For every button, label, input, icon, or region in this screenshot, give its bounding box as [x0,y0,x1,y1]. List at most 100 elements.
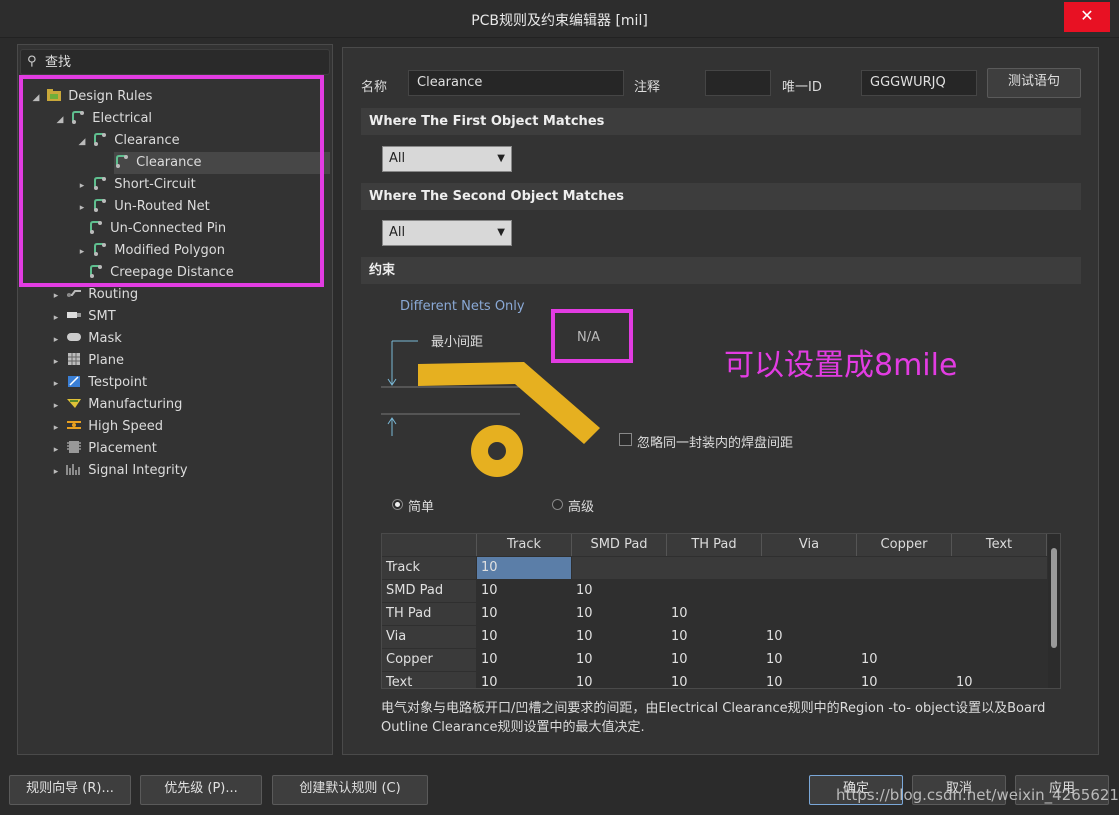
placement-icon [67,441,82,453]
tree-label: High Speed [88,419,164,434]
uid-field[interactable]: GGGWURJQ [861,70,977,96]
expand-arrow-icon[interactable]: ▸ [50,395,62,417]
search-box[interactable]: ⚲ [20,49,330,75]
tree-item-routing[interactable]: ▸ Routing [50,284,138,306]
matrix-cell[interactable]: 10 [477,626,571,648]
routing-icon [67,290,82,297]
close-button[interactable]: ✕ [1064,2,1110,32]
tree-item-smt[interactable]: ▸ SMT [50,306,116,328]
test-query-button[interactable]: 测试语句 [987,68,1081,98]
tree-item-testpoint[interactable]: ▸ Testpoint [50,372,147,394]
row-header: SMD Pad [382,580,476,602]
scrollbar-thumb[interactable] [1051,548,1057,648]
name-field[interactable]: Clearance [408,70,624,96]
tree-label: Manufacturing [88,397,183,412]
priority-button[interactable]: 优先级 (P)... [140,775,262,805]
second-match-header: Where The Second Object Matches [361,183,1081,210]
matrix-cell[interactable]: 10 [857,672,951,688]
title-bar: PCB规则及约束编辑器 [mil] ✕ [0,0,1119,38]
matrix-cell[interactable]: 10 [667,603,761,625]
first-match-header: Where The First Object Matches [361,108,1081,135]
row-header: Track [382,557,476,579]
tree-item-manufacturing[interactable]: ▸ Manufacturing [50,394,183,417]
column-header: TH Pad [667,534,762,556]
matrix-cell-selected[interactable]: 10 [477,557,571,579]
tree-item-signal-integrity[interactable]: ▸ Signal Integrity [50,460,188,482]
tree-item-placement[interactable]: ▸ Placement [50,438,157,460]
matrix-cell[interactable]: 10 [572,672,666,688]
signal-integrity-icon [66,464,80,475]
search-input[interactable] [45,52,325,72]
name-label: 名称 [361,80,388,95]
watermark: https://blog.csdn.net/weixin_42656213 [836,786,1119,804]
tree-item-plane[interactable]: ▸ Plane [50,350,124,372]
matrix-cell[interactable]: 10 [572,626,666,648]
expand-arrow-icon[interactable]: ▸ [50,351,62,373]
advanced-radio[interactable] [552,499,563,510]
matrix-cell[interactable]: 10 [572,603,666,625]
constraints-header: 约束 [361,257,1081,284]
simple-radio[interactable] [392,499,403,510]
high-speed-icon [67,421,82,429]
handwritten-annotation: 可以设置成8mile [724,348,958,383]
second-match-value: All [389,225,406,240]
column-header: SMD Pad [572,534,667,556]
expand-arrow-icon[interactable]: ▸ [50,307,62,329]
matrix-cell[interactable]: 10 [667,672,761,688]
create-default-rules-button[interactable]: 创建默认规则 (C) [272,775,428,805]
row-header: TH Pad [382,603,476,625]
matrix-cell[interactable]: 10 [857,649,951,671]
tree-label: Mask [88,331,122,346]
rule-wizard-button[interactable]: 规则向导 (R)... [9,775,131,805]
manufacturing-icon [67,399,82,408]
min-clearance-label: 最小间距 [431,335,484,350]
first-match-value: All [389,151,406,166]
first-match-select[interactable]: All ▼ [382,146,512,172]
comment-field[interactable] [705,70,771,96]
tree-label: Placement [88,441,157,456]
tree-label: Testpoint [88,375,148,390]
row-header: Via [382,626,476,648]
annotation-highlight-value [551,309,633,363]
corner-header [382,534,477,556]
uid-label: 唯一ID [782,80,822,95]
matrix-empty-area [572,557,1047,579]
matrix-cell[interactable]: 10 [667,626,761,648]
matrix-cell[interactable]: 10 [762,672,856,688]
matrix-cell[interactable]: 10 [572,580,666,602]
ignore-pads-checkbox[interactable] [619,433,632,446]
tree-label: Plane [88,353,124,368]
matrix-cell[interactable]: 10 [572,649,666,671]
tree-item-high-speed[interactable]: ▸ High Speed [50,416,163,438]
matrix-cell[interactable]: 10 [477,580,571,602]
matrix-cell[interactable]: 10 [477,672,571,688]
second-match-select[interactable]: All ▼ [382,220,512,246]
expand-arrow-icon[interactable]: ▸ [50,461,62,483]
matrix-cell[interactable]: 10 [477,603,571,625]
expand-arrow-icon[interactable]: ▸ [50,285,62,307]
tree-label: Signal Integrity [88,463,188,478]
matrix-cell[interactable]: 10 [762,626,856,648]
expand-arrow-icon[interactable]: ▸ [50,373,62,395]
expand-arrow-icon[interactable]: ▸ [50,417,62,439]
tree-item-mask[interactable]: ▸ Mask [50,328,122,350]
plane-icon [68,353,81,365]
matrix-cell[interactable]: 10 [952,672,1046,688]
matrix-cell[interactable]: 10 [667,649,761,671]
column-header: Text [952,534,1047,556]
row-header: Copper [382,649,476,671]
expand-arrow-icon[interactable]: ▸ [50,329,62,351]
tree-label: SMT [88,309,116,324]
chevron-down-icon: ▼ [497,227,505,238]
column-header: Track [477,534,572,556]
matrix-cell[interactable]: 10 [762,649,856,671]
window-title: PCB规则及约束编辑器 [mil] [471,13,648,29]
matrix-scrollbar[interactable] [1048,534,1060,688]
advanced-label: 高级 [568,500,595,515]
mask-icon [67,333,82,341]
chevron-down-icon: ▼ [497,153,505,164]
expand-arrow-icon[interactable]: ▸ [50,439,62,461]
net-scope-label[interactable]: Different Nets Only [400,299,525,314]
matrix-cell[interactable]: 10 [477,649,571,671]
column-header: Copper [857,534,952,556]
